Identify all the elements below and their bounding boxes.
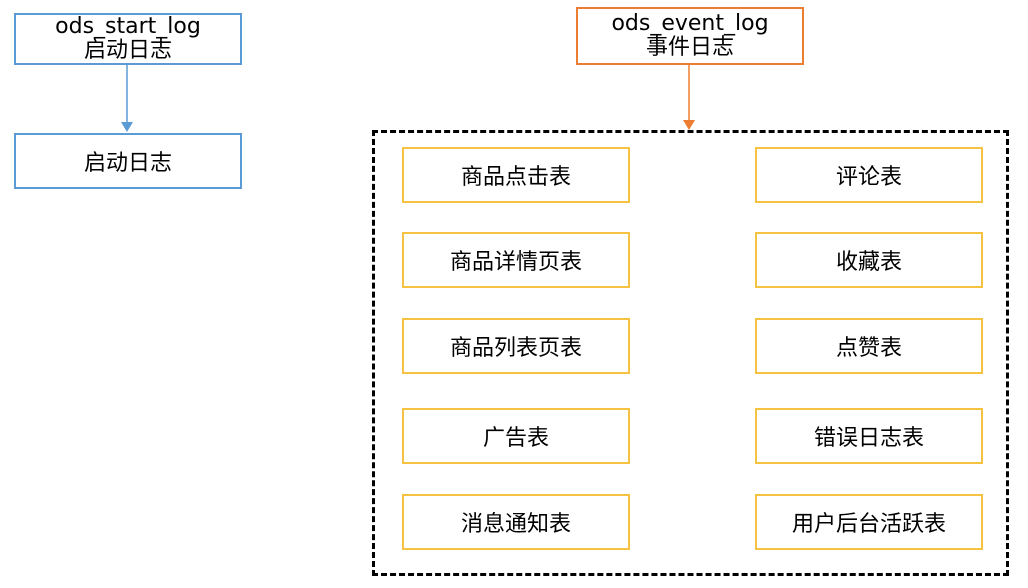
event-table-label: 错误日志表	[813, 426, 924, 451]
event-table-box: 用户后台活跃表	[755, 494, 983, 550]
ods-start-log-box: ods_start_log 启动日志	[14, 13, 242, 65]
event-table-label: 商品点击表	[460, 165, 571, 190]
event-table-box: 商品点击表	[402, 147, 630, 203]
event-table-box: 广告表	[402, 408, 630, 464]
event-table-label: 广告表	[482, 426, 549, 451]
event-table-label: 点赞表	[835, 336, 902, 361]
ods-event-log-name: ods_event_log	[611, 11, 769, 36]
event-log-arrow-head	[683, 120, 695, 130]
start-log-arrow-head	[121, 122, 133, 132]
event-table-box: 商品详情页表	[402, 232, 630, 288]
ods-start-log-label: 启动日志	[83, 38, 172, 63]
start-log-table-box: 启动日志	[14, 133, 242, 189]
event-table-box: 错误日志表	[755, 408, 983, 464]
ods-start-log-name: ods_start_log	[55, 14, 201, 39]
event-table-label: 收藏表	[835, 250, 902, 275]
event-table-label: 消息通知表	[460, 512, 571, 537]
ods-event-log-box: ods_event_log 事件日志	[576, 7, 804, 65]
event-table-box: 商品列表页表	[402, 318, 630, 374]
start-log-table-label: 启动日志	[83, 151, 172, 176]
event-table-label: 用户后台活跃表	[791, 512, 946, 537]
event-table-label: 商品列表页表	[449, 336, 582, 361]
event-table-box: 点赞表	[755, 318, 983, 374]
event-table-box: 收藏表	[755, 232, 983, 288]
ods-event-log-label: 事件日志	[645, 35, 734, 60]
event-table-box: 消息通知表	[402, 494, 630, 550]
event-table-label: 评论表	[835, 165, 902, 190]
event-table-label: 商品详情页表	[449, 250, 582, 275]
event-table-box: 评论表	[755, 147, 983, 203]
